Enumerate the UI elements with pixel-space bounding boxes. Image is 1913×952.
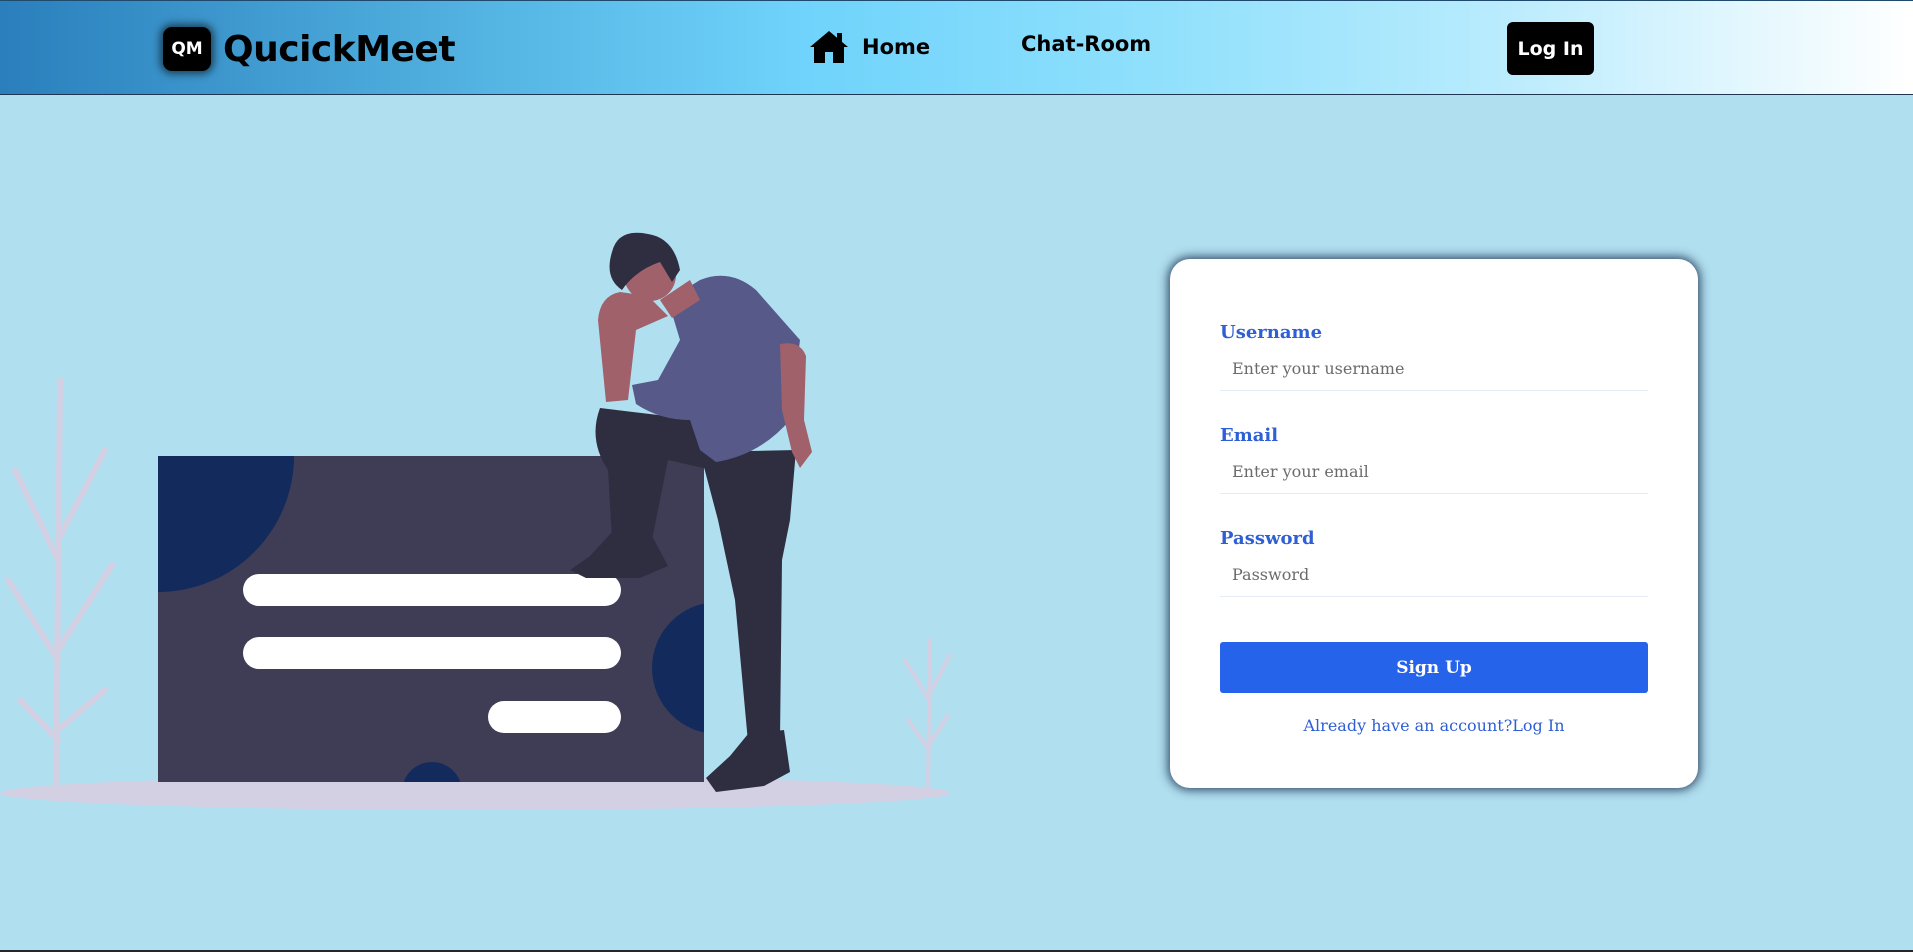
email-input[interactable]	[1220, 450, 1648, 494]
password-field-group: Password	[1220, 528, 1648, 597]
brand-name: QucickMeet	[223, 28, 456, 70]
already-account-prompt: Already have an account?Log In	[1170, 716, 1698, 735]
username-field-group: Username	[1220, 322, 1648, 391]
box-line-2	[243, 637, 621, 669]
brand-logo-badge: QM	[163, 27, 211, 71]
email-field-group: Email	[1220, 425, 1648, 494]
signup-button[interactable]: Sign Up	[1220, 642, 1648, 693]
signup-card: Username Email Password Sign Up Already …	[1170, 259, 1698, 788]
box-line-1	[243, 574, 621, 606]
nav-home-link[interactable]: Home	[808, 29, 930, 65]
navbar: QM QucickMeet Home Chat-Room Log In	[0, 0, 1913, 95]
password-input[interactable]	[1220, 553, 1648, 597]
already-account-text: Already have an account?	[1303, 716, 1513, 735]
password-label: Password	[1220, 528, 1315, 549]
plant-left-decoration	[5, 377, 115, 793]
nav-chat-room-link[interactable]: Chat-Room	[1021, 32, 1151, 56]
username-label: Username	[1220, 322, 1323, 343]
plant-right-decoration	[903, 638, 952, 792]
home-icon	[808, 29, 850, 65]
signup-illustration	[0, 232, 952, 810]
header-login-button[interactable]: Log In	[1507, 22, 1594, 75]
nav-home-label: Home	[862, 35, 931, 59]
box-line-3	[488, 701, 621, 733]
nav-chat-room-label: Chat-Room	[1021, 32, 1152, 56]
brand[interactable]: QM QucickMeet	[163, 27, 456, 71]
email-label: Email	[1220, 425, 1279, 446]
username-input[interactable]	[1220, 347, 1648, 391]
login-link[interactable]: Log In	[1512, 716, 1564, 735]
